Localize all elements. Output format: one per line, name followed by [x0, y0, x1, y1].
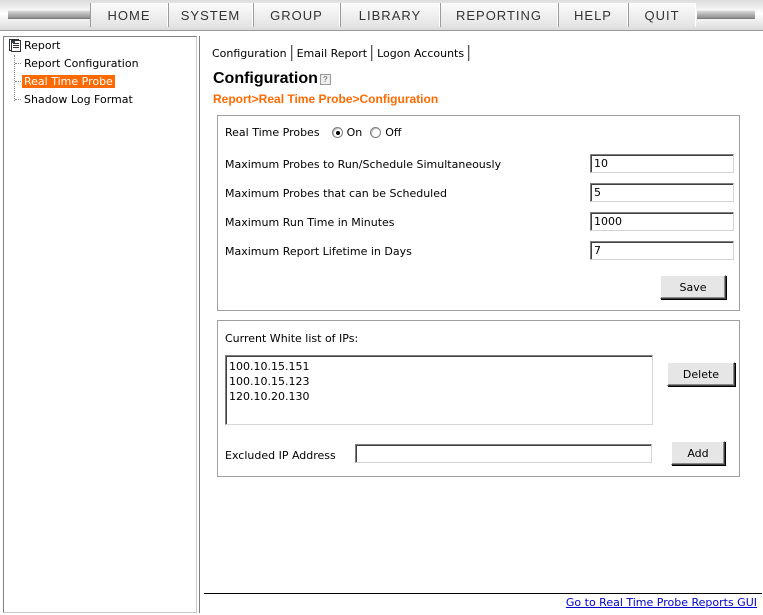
config-panel: Real Time Probes On Off Maximum Probes t… [217, 115, 740, 311]
whitelist-heading-row: Current White list of IPs: [225, 332, 358, 345]
probes-off-option[interactable]: Off [370, 126, 401, 139]
delete-button[interactable]: Delete [667, 362, 735, 386]
max-runtime-input[interactable] [590, 212, 734, 231]
probes-on-radio[interactable] [331, 127, 343, 138]
excluded-ip-input[interactable] [355, 444, 652, 463]
menu-reporting[interactable]: REPORTING [440, 3, 558, 27]
list-item[interactable]: 120.10.20.130 [229, 389, 649, 404]
excluded-ip-row: Excluded IP Address [225, 449, 336, 462]
list-item[interactable]: 100.10.15.123 [229, 374, 649, 389]
max-simultaneous-input[interactable] [590, 154, 734, 173]
excluded-ip-label: Excluded IP Address [225, 449, 336, 462]
probes-off-radio[interactable] [370, 127, 382, 138]
tree-item-label: Shadow Log Format [24, 92, 133, 106]
tree-branch [15, 98, 21, 100]
probes-on-label: On [346, 126, 363, 139]
help-icon[interactable]: ? [319, 73, 331, 85]
menu-group[interactable]: GROUP [253, 3, 340, 27]
whitelist-listbox[interactable]: 100.10.15.151 100.10.15.123 120.10.20.13… [225, 355, 653, 425]
top-menu-bar: HOME SYSTEM GROUP LIBRARY REPORTING HELP… [0, 0, 763, 31]
menu-home[interactable]: HOME [90, 3, 168, 27]
tree-branch [15, 62, 21, 64]
tree-root-label: Report [24, 39, 61, 52]
tree-branch [15, 80, 21, 82]
menubar-right-stub [697, 10, 755, 19]
document-icon [9, 39, 21, 52]
add-button[interactable]: Add [671, 441, 725, 465]
tab-divider [468, 45, 471, 61]
menu-help[interactable]: HELP [558, 3, 628, 27]
menu-quit[interactable]: QUIT [628, 3, 696, 27]
probes-label: Real Time Probes [225, 126, 320, 139]
main-frame-border [199, 36, 204, 613]
probes-toggle-row: Real Time Probes On Off [225, 126, 409, 139]
field-label-max-scheduled: Maximum Probes that can be Scheduled [225, 187, 447, 200]
tab-divider [371, 45, 374, 61]
field-label-max-lifetime: Maximum Report Lifetime in Days [225, 245, 412, 258]
page-title: Configuration [213, 70, 318, 87]
tab-configuration[interactable]: Configuration [210, 47, 289, 60]
footer-divider [204, 593, 762, 594]
list-item[interactable]: 100.10.15.151 [229, 359, 649, 374]
tab-logon-accounts[interactable]: Logon Accounts [375, 47, 466, 60]
field-label: Maximum Report Lifetime in Days [225, 245, 412, 258]
tab-divider [290, 45, 293, 61]
whitelist-panel: Current White list of IPs: 100.10.15.151… [217, 320, 740, 477]
field-label-max-runtime: Maximum Run Time in Minutes [225, 216, 395, 229]
tab-email-report[interactable]: Email Report [295, 47, 369, 60]
field-label: Maximum Run Time in Minutes [225, 216, 395, 229]
tree-item-label: Report Configuration [24, 56, 139, 70]
menubar-left-stub [8, 10, 90, 19]
navigation-tree: Report Report Configuration Real Time Pr… [3, 36, 197, 613]
tree-item-real-time-probe[interactable]: Real Time Probe [15, 74, 115, 88]
tree-item-shadow-log-format[interactable]: Shadow Log Format [15, 92, 135, 106]
page-title-wrap: Configuration ? [213, 70, 331, 88]
tab-bar: Configuration Email Report Logon Account… [210, 45, 472, 61]
field-label: Maximum Probes that can be Scheduled [225, 187, 447, 200]
probes-off-label: Off [385, 126, 402, 139]
menu-system[interactable]: SYSTEM [168, 3, 253, 27]
menu-library[interactable]: LIBRARY [340, 3, 440, 27]
max-scheduled-input[interactable] [590, 183, 734, 202]
field-label-max-simultaneous: Maximum Probes to Run/Schedule Simultane… [225, 158, 501, 171]
whitelist-heading: Current White list of IPs: [225, 332, 359, 345]
tree-item-label: Real Time Probe [22, 74, 115, 88]
tree-root-report[interactable]: Report [9, 39, 60, 52]
max-lifetime-input[interactable] [590, 241, 734, 260]
field-label: Maximum Probes to Run/Schedule Simultane… [225, 158, 502, 171]
breadcrumb: Report>Real Time Probe>Configuration [213, 92, 439, 106]
reports-gui-link[interactable]: Go to Real Time Probe Reports GUI [566, 596, 757, 609]
save-button[interactable]: Save [660, 275, 726, 299]
tree-item-report-configuration[interactable]: Report Configuration [15, 56, 141, 70]
probes-on-option[interactable]: On [331, 126, 363, 139]
